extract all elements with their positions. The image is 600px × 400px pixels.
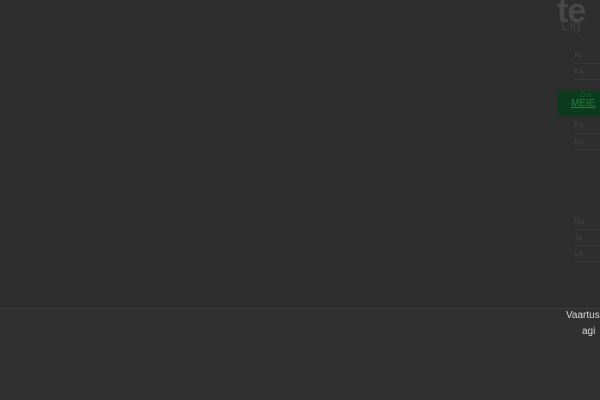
footer: Vaartus agi (0, 308, 600, 400)
nav-item-7[interactable]: Le (574, 246, 600, 262)
main-content: te Lig Al Ka Om MEIE Pe Ko Ra Ja Le (0, 0, 600, 308)
nav-item-active[interactable]: Om MEIE (558, 91, 600, 116)
logo-tagline: Lig (561, 17, 582, 34)
nav-item-5[interactable]: Ra (574, 214, 600, 230)
site-logo[interactable]: te Lig (556, 0, 600, 40)
nav-group-middle: Pe Ko (556, 118, 600, 150)
nav-item-6[interactable]: Ja (574, 230, 600, 246)
nav-item-3[interactable]: Pe (574, 118, 600, 134)
nav-group-top: Al Ka (556, 48, 600, 80)
footer-text-line-2: agi (582, 326, 596, 337)
nav-group-bottom: Ra Ja Le (556, 214, 600, 262)
page: te Lig Al Ka Om MEIE Pe Ko Ra Ja Le Vaar… (0, 0, 600, 400)
nav-item-2[interactable]: Ka (574, 64, 600, 80)
right-sidebar: te Lig Al Ka Om MEIE Pe Ko Ra Ja Le (556, 0, 600, 308)
nav-active-label[interactable]: MEIE (571, 98, 595, 109)
nav-item-4[interactable]: Ko (574, 134, 600, 150)
nav-item-1[interactable]: Al (574, 48, 600, 64)
footer-text-line-1: Vaartus (566, 310, 600, 321)
